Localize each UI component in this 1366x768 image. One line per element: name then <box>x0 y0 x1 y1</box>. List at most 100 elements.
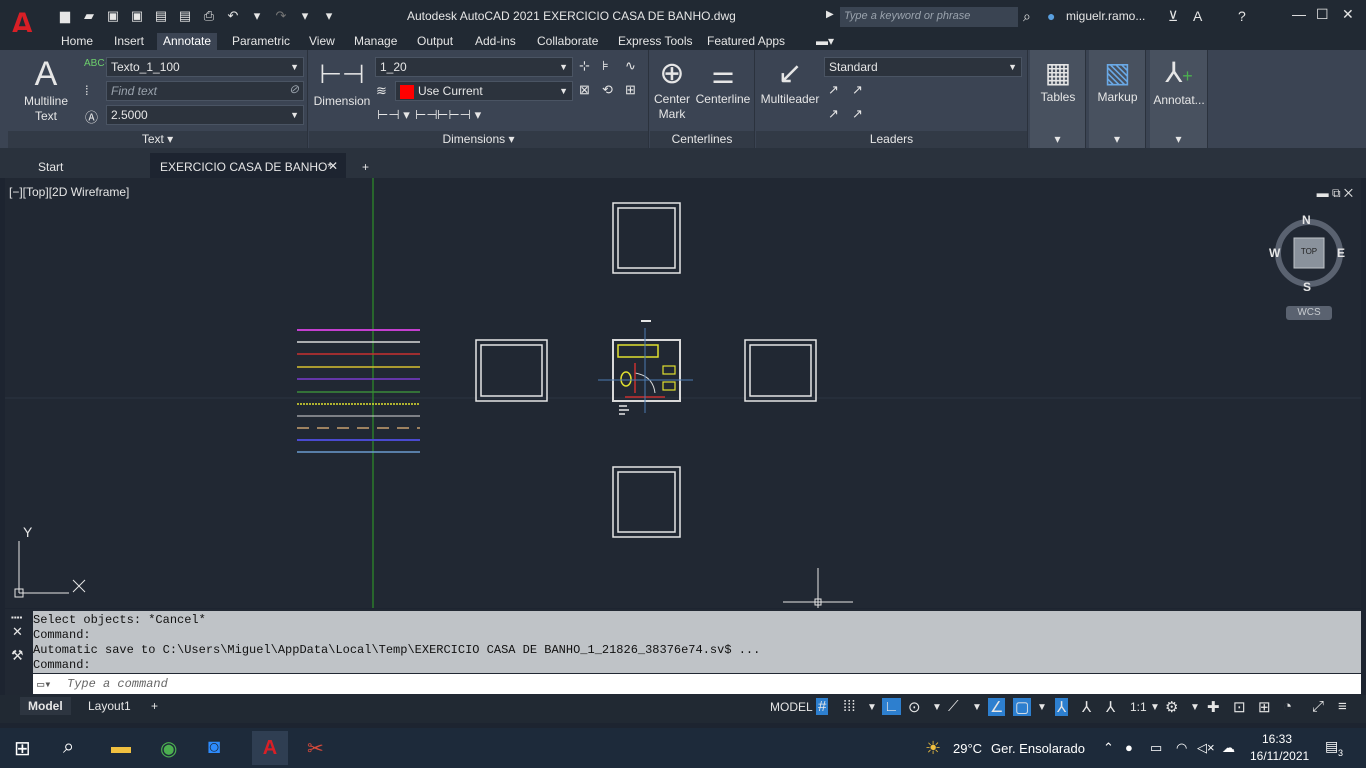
dimensions-panel-title[interactable]: Dimensions ▾ <box>309 131 648 148</box>
wrench-icon[interactable]: ⚒ <box>11 647 24 664</box>
object-snap-icon[interactable]: ▢ <box>1013 698 1032 716</box>
leader-style-select[interactable]: Standard ▼ <box>824 57 1022 77</box>
ribbon-options-icon[interactable]: ▬▾ <box>810 33 840 50</box>
annotation-scale-icon[interactable]: ⅄ <box>1106 698 1115 716</box>
centerline-button[interactable]: ⚌ Centerline <box>694 56 752 107</box>
search-icon[interactable]: ⌕ <box>63 736 74 759</box>
dimension-layer-select[interactable]: Use Current ▼ <box>395 81 573 101</box>
collect-leaders-icon[interactable]: ↗ <box>852 106 863 122</box>
tab-layout1[interactable]: Layout1 <box>80 697 139 715</box>
remove-leader-icon[interactable]: ↗ <box>852 82 863 98</box>
search-expand-icon[interactable]: ▶ <box>826 9 834 20</box>
find-text-input[interactable]: Find text ⊘ <box>106 81 304 101</box>
tab-manage[interactable]: Manage <box>348 33 403 50</box>
weather-temp[interactable]: 29°C <box>953 741 982 756</box>
chevron-down-icon[interactable]: ▼ <box>1037 702 1047 713</box>
save-web-icon[interactable]: ▤ <box>176 8 194 24</box>
search-icon[interactable]: ⌕ <box>1023 8 1031 25</box>
redo-dropdown-icon[interactable]: ▾ <box>296 8 314 24</box>
adjust-space-icon[interactable]: ⊢⊣ <box>415 107 438 123</box>
customize-qat-icon[interactable]: ▾ <box>320 8 338 24</box>
object-snap-tracking-icon[interactable]: ∠ <box>988 698 1006 716</box>
wcs-menu[interactable]: WCS <box>1286 306 1332 320</box>
snap-icon[interactable]: ⁞⁞⁞ <box>843 698 856 715</box>
chrome-icon[interactable]: ◉ <box>160 736 177 761</box>
compass-south[interactable]: S <box>1303 280 1311 294</box>
gear-icon[interactable]: ⚙ <box>1165 698 1178 716</box>
tray-app-icon[interactable]: ● <box>1125 740 1133 755</box>
tab-view[interactable]: View <box>303 33 341 50</box>
tab-home[interactable]: Home <box>55 33 99 50</box>
cart-icon[interactable]: ⊻ <box>1168 8 1178 25</box>
save-icon[interactable]: ▣ <box>104 8 122 24</box>
redo-icon[interactable]: ↷ <box>272 8 290 24</box>
customize-menu-icon[interactable]: ≡ <box>1338 698 1347 715</box>
autocad-taskbar-icon[interactable]: A <box>252 731 288 765</box>
break-icon[interactable]: ⊢⊣ ▾ <box>377 107 410 123</box>
tab-collaborate[interactable]: Collaborate <box>531 33 604 50</box>
fullscreen-icon[interactable]: ⤢ <box>1312 698 1324 715</box>
continue-icon[interactable]: ⊢⊢⊣ ▾ <box>437 107 481 123</box>
notification-icon[interactable]: ▤ <box>1325 738 1338 755</box>
chevron-down-icon[interactable]: ▼ <box>932 702 942 713</box>
file-explorer-icon[interactable]: ▬ <box>111 736 131 759</box>
windows-start-icon[interactable]: ⊞ <box>14 736 31 761</box>
user-icon[interactable]: ● <box>1047 8 1055 24</box>
tab-add-ins[interactable]: Add-ins <box>469 33 522 50</box>
open-icon[interactable]: ▰ <box>80 8 98 24</box>
new-tab-icon[interactable]: + <box>352 153 380 178</box>
chevron-down-icon[interactable]: ▼ <box>1190 702 1200 713</box>
maximize-button[interactable]: ☐ <box>1316 6 1329 23</box>
clean-screen-icon[interactable]: ◔ <box>1283 698 1292 715</box>
oblique-icon[interactable]: ⊠ <box>579 82 590 98</box>
drawing-canvas[interactable]: [−][Top][2D Wireframe] ▬ ⧉ ✕ Y N S E W T… <box>5 178 1361 608</box>
tab-output[interactable]: Output <box>411 33 459 50</box>
tray-chevron-icon[interactable]: ⌃ <box>1103 740 1114 756</box>
onedrive-icon[interactable]: ☁ <box>1222 740 1235 756</box>
model-space-button[interactable]: MODEL <box>762 698 821 716</box>
viewcube-top[interactable]: TOP <box>1295 247 1323 256</box>
multileader-button[interactable]: ↙ Multileader <box>758 56 822 107</box>
reassociate-icon[interactable]: ⊞ <box>625 82 636 98</box>
save-as-icon[interactable]: ▣ <box>128 8 146 24</box>
minimize-button[interactable]: — <box>1292 6 1306 22</box>
chevron-down-icon[interactable]: ▼ <box>867 702 877 713</box>
isodraft-icon[interactable]: ⟋ <box>948 698 959 715</box>
text-panel-title[interactable]: Text ▾ <box>8 131 307 148</box>
search-input[interactable]: Type a keyword or phrase <box>840 7 1018 27</box>
hardware-acceleration-icon[interactable]: ⊞ <box>1258 698 1271 716</box>
grip-icon[interactable]: ▪▪▪▪ <box>11 613 22 622</box>
user-name[interactable]: miguelr.ramo... <box>1066 9 1145 23</box>
jogged-linear-icon[interactable]: ∿ <box>625 58 636 74</box>
close-tab-icon[interactable]: ✕ <box>328 159 338 173</box>
tab-express-tools[interactable]: Express Tools <box>612 33 698 50</box>
chevron-down-icon[interactable]: ▼ <box>972 702 982 713</box>
align-leaders-icon[interactable]: ↗ <box>828 106 839 122</box>
center-mark-button[interactable]: ⊕ Center Mark <box>650 56 694 122</box>
markup-button[interactable]: ▧ Markup ▾ <box>1089 50 1146 148</box>
undo-dropdown-icon[interactable]: ▾ <box>248 8 266 24</box>
ortho-icon[interactable]: ∟ <box>882 698 901 715</box>
annotation-scale-value[interactable]: 1:1 <box>1130 700 1147 714</box>
clock-time[interactable]: 16:33 <box>1262 732 1292 746</box>
close-icon[interactable]: ✕ <box>12 624 23 640</box>
grid-icon[interactable]: # <box>816 698 829 715</box>
compass-east[interactable]: E <box>1337 246 1345 260</box>
undo-icon[interactable]: ↶ <box>224 8 242 24</box>
plot-icon[interactable]: ⎙ <box>200 8 218 24</box>
volume-icon[interactable]: ◁× <box>1197 740 1215 756</box>
text-style-select[interactable]: Texto_1_100 ▼ <box>106 57 304 77</box>
wifi-icon[interactable]: ◠ <box>1176 740 1187 756</box>
polar-icon[interactable]: ⊙ <box>908 698 921 716</box>
add-layout-icon[interactable]: + <box>143 697 166 715</box>
inspect-icon[interactable]: ⊧ <box>602 58 609 74</box>
snipping-tool-icon[interactable]: ✂ <box>307 736 324 761</box>
dimension-style-select[interactable]: 1_20 ▼ <box>375 57 573 77</box>
tab-featured-apps[interactable]: Featured Apps <box>701 33 791 50</box>
close-button[interactable]: ✕ <box>1342 6 1354 23</box>
zoom-icon[interactable]: ◙ <box>208 736 220 759</box>
tables-button[interactable]: ▦ Tables ▾ <box>1030 50 1086 148</box>
help-icon[interactable]: ? <box>1238 8 1246 24</box>
compass-west[interactable]: W <box>1269 246 1280 260</box>
tab-start[interactable]: Start <box>28 153 146 178</box>
